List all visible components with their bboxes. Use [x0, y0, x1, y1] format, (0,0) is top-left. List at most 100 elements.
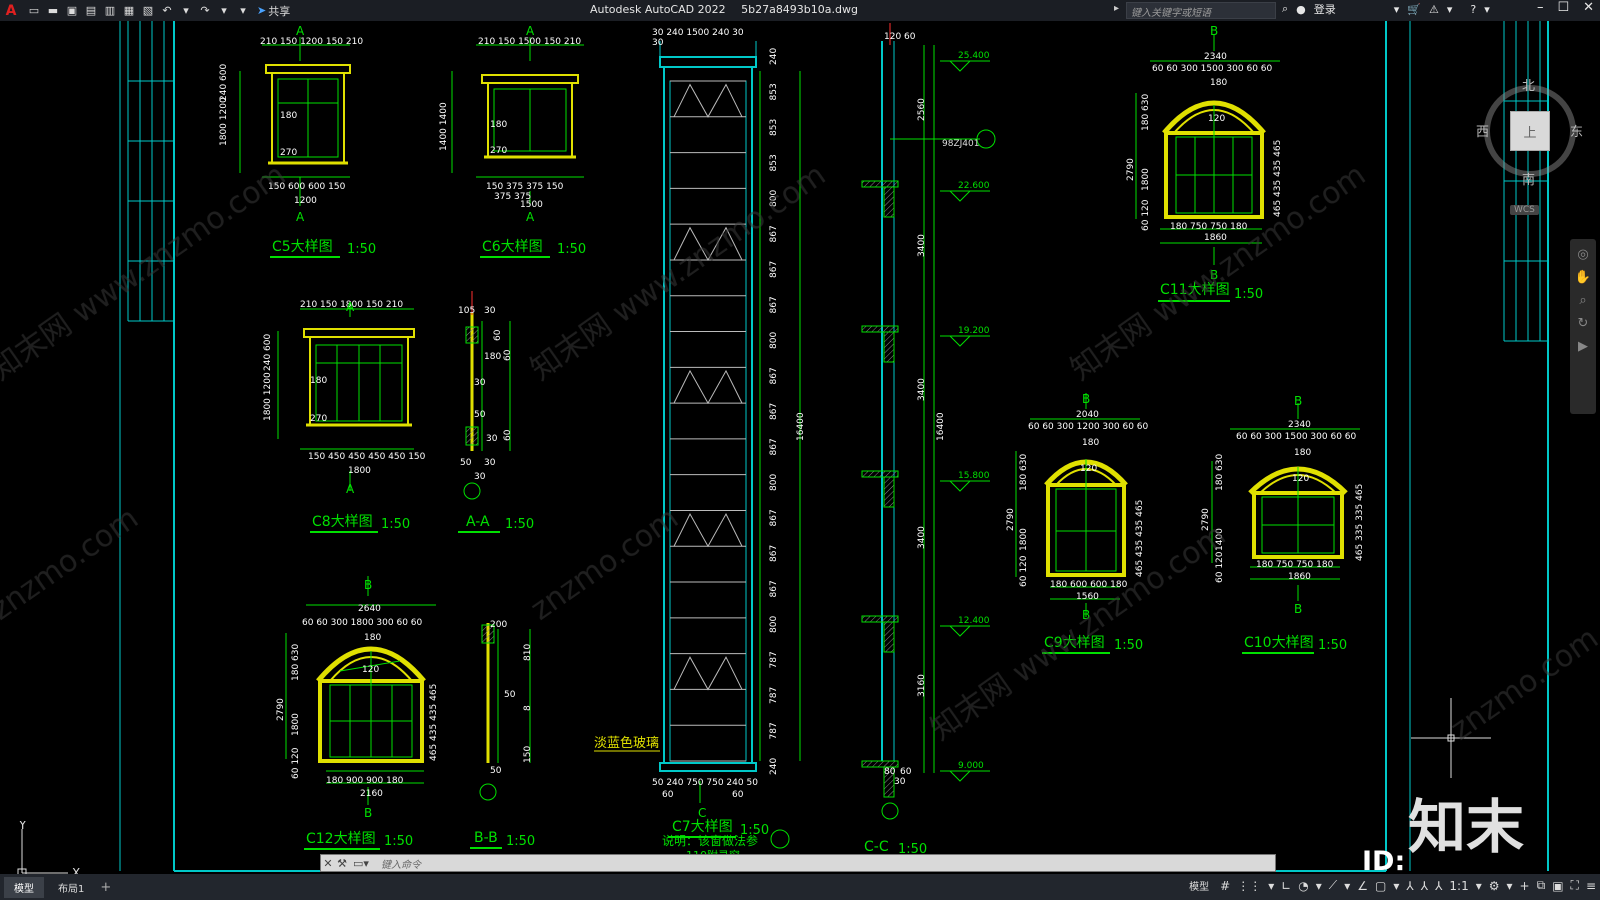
snap-dropdown-icon[interactable]: ▾	[1268, 879, 1274, 893]
drawing-canvas[interactable]: 210 150 1200 150 210 150 600 600 150 120…	[0, 21, 1600, 874]
svg-text:3160: 3160	[917, 674, 927, 697]
snap-icon[interactable]: ⋮⋮	[1237, 879, 1261, 893]
annotation-scale-icon[interactable]: ⅄	[1435, 879, 1442, 893]
customize-wrench-icon[interactable]: ⚒	[335, 856, 349, 870]
open-web-icon[interactable]: ▥	[102, 3, 118, 19]
minimize-icon[interactable]: –	[1537, 0, 1544, 15]
recent-commands-icon[interactable]: ▭▾	[349, 856, 373, 870]
compass-south[interactable]: 南	[1522, 169, 1535, 188]
compass-west[interactable]: 西	[1476, 121, 1489, 140]
polar-icon[interactable]: ◔	[1298, 879, 1308, 893]
undo-dropdown-icon[interactable]: ▾	[178, 3, 194, 19]
object-snap-tracking-icon[interactable]: ∠	[1357, 879, 1368, 893]
add-layout-icon[interactable]: +	[100, 880, 111, 895]
help-icon[interactable]: ?	[1470, 3, 1476, 16]
scale-dropdown-icon[interactable]: ▾	[1476, 879, 1482, 893]
viewcube[interactable]: 上 北 南 东 西 WCS	[1470, 73, 1590, 215]
signin-label[interactable]: 登录	[1314, 1, 1336, 17]
isolate-objects-icon[interactable]: ⧉	[1537, 878, 1546, 893]
cc-beam	[883, 476, 895, 508]
isodraft-icon[interactable]: ⟋	[1329, 878, 1337, 893]
maximize-icon[interactable]: ☐	[1557, 0, 1569, 15]
autocad-logo-icon[interactable]: A	[0, 0, 22, 21]
level-symbol	[940, 60, 990, 72]
clean-screen-icon[interactable]: ⛶	[1571, 878, 1579, 893]
c8-window-detail[interactable]	[277, 301, 415, 491]
title-bar: A ▭ ▬ ▣ ▤ ▥ ▦ ▧ ↶ ▾ ↷ ▾ ▾ ➤ 共享 Autodesk …	[0, 0, 1600, 21]
svg-text:C5大样图: C5大样图	[272, 239, 333, 255]
tab-layout1[interactable]: 布局1	[48, 877, 94, 898]
svg-text:1:50: 1:50	[1234, 287, 1263, 302]
wcs-menu[interactable]: WCS	[1510, 205, 1539, 215]
svg-text:30: 30	[474, 472, 486, 482]
search-expand-icon[interactable]: ▸	[1114, 3, 1119, 14]
redo-icon[interactable]: ↷	[197, 3, 213, 19]
help-dropdown-icon[interactable]: ▾	[1484, 3, 1490, 16]
object-snap-dropdown-icon[interactable]: ▾	[1393, 879, 1399, 893]
svg-text:50: 50	[460, 458, 472, 468]
command-input[interactable]: 键入命令	[381, 856, 421, 871]
orbit-icon[interactable]: ↻	[1578, 316, 1589, 331]
svg-text:180 750 750 180: 180 750 750 180	[1170, 222, 1248, 232]
svg-text:2790: 2790	[1006, 508, 1016, 531]
share-button[interactable]: ➤ 共享	[257, 3, 290, 19]
svg-text:60 60 300 1500 300 60 60: 60 60 300 1500 300 60 60	[1152, 64, 1273, 74]
annotation-scale-value[interactable]: 1:1	[1449, 879, 1468, 893]
customize-dropdown-icon[interactable]: ▾	[235, 3, 251, 19]
svg-text:A: A	[526, 24, 535, 38]
search-input[interactable]: 键入关键字或短语	[1126, 2, 1276, 19]
status-tools: 模型 # ⋮⋮ ▾ ∟ ◔ ▾ ⟋ ▾ ∠ ▢ ▾ ⅄ ⅄ ⅄ 1:1 ▾ ⚙ …	[1189, 878, 1596, 893]
svg-text:1800: 1800	[1141, 168, 1151, 191]
grid-icon[interactable]: #	[1220, 879, 1230, 893]
c12-window-dimensions: 2640 60 60 300 1800 300 60 60 180 120 18…	[276, 604, 439, 799]
isodraft-dropdown-icon[interactable]: ▾	[1344, 879, 1350, 893]
search-icon[interactable]: ⌕	[1282, 2, 1288, 16]
save-icon[interactable]: ▣	[64, 3, 80, 19]
polar-dropdown-icon[interactable]: ▾	[1316, 879, 1322, 893]
cad-drawing[interactable]: 210 150 1200 150 210 150 600 600 150 120…	[0, 21, 1600, 874]
undo-icon[interactable]: ↶	[159, 3, 175, 19]
showmotion-icon[interactable]: ▶	[1578, 339, 1588, 354]
c7-row-dimension: 800	[769, 474, 779, 491]
auto-scale-icon[interactable]: ⅄	[1421, 879, 1428, 893]
redo-dropdown-icon[interactable]: ▾	[216, 3, 232, 19]
signin-dropdown-icon[interactable]: ▾	[1394, 3, 1400, 16]
c7-row-dimension: 867	[769, 296, 779, 313]
new-file-icon[interactable]: ▭	[26, 3, 42, 19]
add-icon[interactable]: +	[1520, 879, 1530, 893]
level-value: 25.400	[958, 51, 990, 61]
close-icon[interactable]: ✕	[321, 856, 335, 870]
viewcube-top-face[interactable]: 上	[1510, 111, 1550, 151]
svg-text:2560: 2560	[917, 98, 927, 121]
user-icon[interactable]: ●	[1296, 3, 1306, 16]
c7-window-detail[interactable]	[659, 41, 801, 803]
zoom-icon[interactable]: ⌕	[1579, 293, 1586, 308]
open-folder-icon[interactable]: ▬	[45, 3, 61, 19]
annotation-visibility-icon[interactable]: ⅄	[1406, 879, 1413, 893]
model-space-button[interactable]: 模型	[1189, 878, 1209, 893]
command-line[interactable]: ✕ ⚒ ▭▾ 键入命令	[320, 854, 1276, 872]
svg-text:30: 30	[486, 434, 498, 444]
svg-text:50: 50	[504, 690, 516, 700]
cart-icon[interactable]: 🛒	[1407, 3, 1421, 16]
workspace-dropdown-icon[interactable]: ▾	[1507, 879, 1513, 893]
drawing-frame	[173, 21, 1549, 872]
compass-east[interactable]: 东	[1570, 121, 1583, 140]
customize-menu-icon[interactable]: ≡	[1586, 879, 1596, 893]
save-web-icon[interactable]: ▦	[121, 3, 137, 19]
a360-dropdown-icon[interactable]: ▾	[1447, 3, 1453, 16]
ortho-icon[interactable]: ∟	[1281, 879, 1291, 893]
c6-window-detail[interactable]	[451, 37, 584, 206]
workspace-gear-icon[interactable]: ⚙	[1489, 879, 1500, 893]
steering-wheel-icon[interactable]: ◎	[1577, 247, 1588, 262]
save-as-icon[interactable]: ▤	[83, 3, 99, 19]
tab-model[interactable]: 模型	[4, 876, 44, 898]
hardware-acceleration-icon[interactable]: ▣	[1552, 879, 1563, 893]
compass-north[interactable]: 北	[1522, 75, 1535, 94]
object-snap-icon[interactable]: ▢	[1375, 879, 1386, 893]
pan-icon[interactable]: ✋	[1575, 270, 1591, 285]
close-icon[interactable]: ✕	[1583, 0, 1594, 15]
svg-text:B-B: B-B	[474, 830, 498, 846]
autodesk-a360-icon[interactable]: ⚠	[1429, 3, 1439, 16]
plot-icon[interactable]: ▧	[140, 3, 156, 19]
